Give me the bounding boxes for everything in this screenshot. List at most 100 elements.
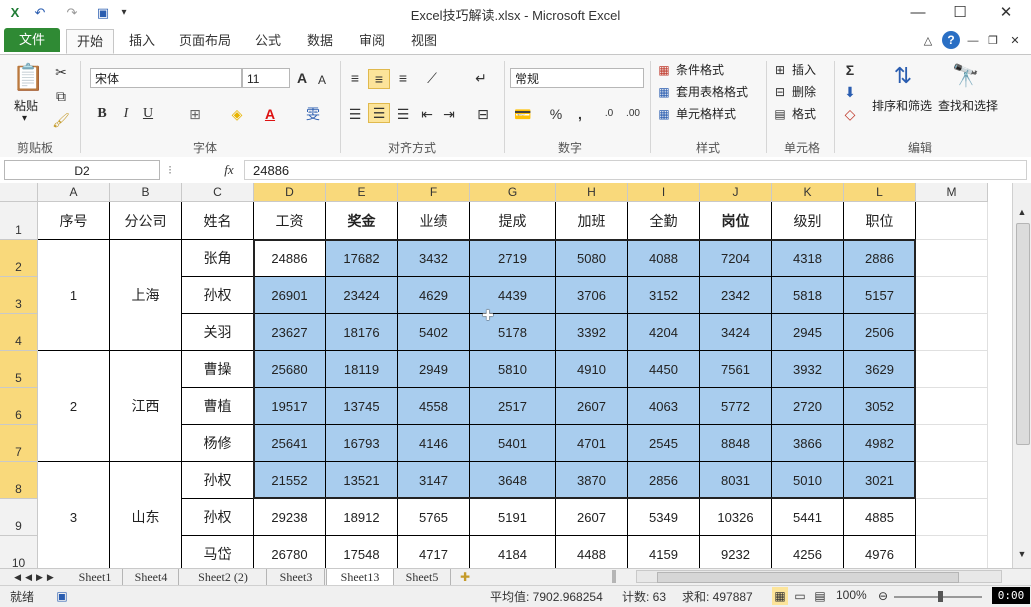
data-cell[interactable]: 4629 <box>398 277 470 314</box>
data-cell[interactable]: 18912 <box>326 499 398 536</box>
empty-cell[interactable] <box>916 202 988 240</box>
column-header-k[interactable]: K <box>772 183 844 202</box>
name-cell[interactable]: 马岱 <box>182 536 254 568</box>
data-cell[interactable]: 5157 <box>844 277 916 314</box>
workbook-minimize-icon[interactable]: — <box>966 32 980 50</box>
formula-bar-resize-icon[interactable]: ⁝ <box>160 161 180 179</box>
tab-review[interactable]: 审阅 <box>354 29 390 52</box>
underline-button[interactable]: U <box>140 105 156 123</box>
data-cell[interactable]: 5772 <box>700 388 772 425</box>
row-header-5[interactable]: 5 <box>0 351 38 388</box>
data-cell[interactable]: 4976 <box>844 536 916 568</box>
data-cell[interactable]: 5191 <box>470 499 556 536</box>
align-bottom-icon[interactable]: ≡ <box>394 69 412 87</box>
minimize-button[interactable]: — <box>898 2 938 24</box>
data-cell[interactable]: 3870 <box>556 462 628 499</box>
data-cell[interactable]: 17682 <box>326 240 398 277</box>
data-cell[interactable]: 3424 <box>700 314 772 351</box>
insert-sheet-icon[interactable]: ✚ <box>456 568 474 586</box>
sheet-tab[interactable]: Sheet4 <box>124 569 179 585</box>
sheet-tab-active[interactable]: Sheet13 <box>326 569 394 585</box>
data-cell[interactable]: 4184 <box>470 536 556 568</box>
data-cell[interactable]: 3706 <box>556 277 628 314</box>
align-left-icon[interactable]: ☰ <box>346 105 364 123</box>
cell-styles-icon[interactable]: ▦ <box>656 105 672 123</box>
data-cell[interactable]: 2949 <box>398 351 470 388</box>
data-cell[interactable]: 7561 <box>700 351 772 388</box>
zoom-out-icon[interactable]: ⊖ <box>876 587 890 605</box>
tab-page-layout[interactable]: 页面布局 <box>174 29 236 52</box>
data-cell[interactable]: 24886 <box>254 240 326 277</box>
tab-view[interactable]: 视图 <box>406 29 442 52</box>
group-number-cell[interactable]: 3 <box>38 462 110 568</box>
format-table-icon[interactable]: ▦ <box>656 83 672 101</box>
data-cell[interactable]: 2856 <box>628 462 700 499</box>
tab-home[interactable]: 开始 <box>66 29 114 54</box>
row-header-2[interactable]: 2 <box>0 240 38 277</box>
vertical-scroll-thumb[interactable] <box>1016 223 1030 445</box>
empty-cell[interactable] <box>916 351 988 388</box>
page-layout-view-icon[interactable]: ▭ <box>792 587 808 605</box>
data-cell[interactable]: 2719 <box>470 240 556 277</box>
data-cell[interactable]: 5401 <box>470 425 556 462</box>
header-cell[interactable]: 分公司 <box>110 202 182 240</box>
select-all-corner[interactable] <box>0 183 38 202</box>
font-name-select[interactable]: 宋体 <box>90 68 242 88</box>
empty-cell[interactable] <box>916 536 988 568</box>
data-cell[interactable]: 16793 <box>326 425 398 462</box>
file-tab[interactable]: 文件 <box>4 28 60 52</box>
merge-center-icon[interactable]: ⊟ <box>472 105 494 123</box>
borders-icon[interactable]: ⊞ <box>186 105 204 123</box>
worksheet-grid[interactable]: A B C D E F G H I J K L M 1 2 3 4 5 6 7 8 9 10 序号 分公司 姓名 工资 奖金 业绩 提成加… <box>0 183 1012 568</box>
data-cell[interactable]: 4318 <box>772 240 844 277</box>
tab-split-handle[interactable] <box>612 570 616 583</box>
group-number-cell[interactable]: 2 <box>38 351 110 462</box>
column-header-g[interactable]: G <box>470 183 556 202</box>
help-icon[interactable]: ? <box>942 31 960 49</box>
column-header-h[interactable]: H <box>556 183 628 202</box>
phonetic-icon[interactable]: 雯 <box>302 105 324 123</box>
tab-data[interactable]: 数据 <box>302 29 338 52</box>
data-cell[interactable]: 4558 <box>398 388 470 425</box>
grow-font-icon[interactable]: A <box>294 69 310 87</box>
column-header-m[interactable]: M <box>916 183 988 202</box>
data-cell[interactable]: 8848 <box>700 425 772 462</box>
row-header-8[interactable]: 8 <box>0 462 38 499</box>
data-cell[interactable]: 4982 <box>844 425 916 462</box>
format-cells-button[interactable]: 格式 <box>792 105 816 122</box>
data-cell[interactable]: 18176 <box>326 314 398 351</box>
data-cell[interactable]: 23627 <box>254 314 326 351</box>
data-cell[interactable]: 4450 <box>628 351 700 388</box>
header-cell[interactable]: 序号 <box>38 202 110 240</box>
format-as-table-button[interactable]: 套用表格格式 <box>676 83 748 100</box>
data-cell[interactable]: 4159 <box>628 536 700 568</box>
sheet-tab[interactable]: Sheet1 <box>68 569 123 585</box>
macro-record-icon[interactable]: ▣ <box>54 587 70 605</box>
header-cell[interactable]: 级别 <box>772 202 844 240</box>
page-break-view-icon[interactable]: ▤ <box>812 587 828 605</box>
data-cell[interactable]: 5349 <box>628 499 700 536</box>
data-cell[interactable]: 7204 <box>700 240 772 277</box>
data-cell[interactable]: 18119 <box>326 351 398 388</box>
name-box[interactable]: D2 <box>4 160 160 180</box>
data-cell[interactable]: 5818 <box>772 277 844 314</box>
column-header-i[interactable]: I <box>628 183 700 202</box>
align-top-icon[interactable]: ≡ <box>346 69 364 87</box>
scroll-up-icon[interactable]: ▲ <box>1015 203 1029 221</box>
data-cell[interactable]: 2886 <box>844 240 916 277</box>
cut-icon[interactable]: ✂ <box>52 63 70 81</box>
row-header-4[interactable]: 4 <box>0 314 38 351</box>
data-cell[interactable]: 3432 <box>398 240 470 277</box>
name-cell[interactable]: 孙权 <box>182 462 254 499</box>
fill-color-icon[interactable]: ◈ <box>228 105 246 123</box>
data-cell[interactable]: 3147 <box>398 462 470 499</box>
data-cell[interactable]: 3932 <box>772 351 844 388</box>
sort-filter-button[interactable]: 排序和筛选 <box>872 97 932 114</box>
empty-cell[interactable] <box>916 499 988 536</box>
empty-cell[interactable] <box>916 240 988 277</box>
group-number-cell[interactable]: 1 <box>38 240 110 351</box>
header-cell[interactable]: 全勤 <box>628 202 700 240</box>
data-cell[interactable]: 2342 <box>700 277 772 314</box>
clear-icon[interactable]: ◇ <box>842 105 858 123</box>
zoom-level[interactable]: 100% <box>836 588 867 602</box>
